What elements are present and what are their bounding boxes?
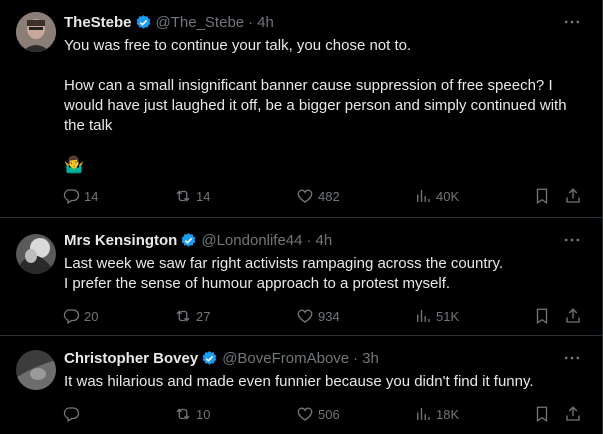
separator: · <box>248 13 254 31</box>
share-icon <box>566 308 580 323</box>
views-button[interactable]: 18K <box>414 398 459 430</box>
handle[interactable]: @BoveFromAbove <box>222 350 349 367</box>
verified-badge-icon <box>181 232 196 247</box>
repost-button[interactable]: 10 <box>174 398 210 430</box>
share-button[interactable] <box>557 398 589 430</box>
share-button[interactable] <box>557 180 589 212</box>
timestamp[interactable]: 4h <box>315 232 332 249</box>
tweet-line: Last week we saw far right activists ram… <box>64 255 504 272</box>
repost-button[interactable]: 27 <box>174 300 210 332</box>
tweet-emoji: 🤷‍♂️ <box>64 157 84 174</box>
tweet-header: TheStebe @The_Stebe · 4h <box>64 12 274 32</box>
reply-button[interactable]: 14 <box>62 180 98 212</box>
view-count: 40K <box>436 188 460 204</box>
reply-icon <box>63 189 80 204</box>
like-count: 506 <box>318 406 340 422</box>
tweet-line: I prefer the sense of humour approach to… <box>64 275 451 292</box>
timeline-feed: TheStebe @The_Stebe · 4h You was free to… <box>0 0 603 434</box>
tweet-line: How can a small insignificant banner cau… <box>64 77 567 134</box>
separator: · <box>353 349 359 367</box>
share-button[interactable] <box>557 300 589 332</box>
action-bar: 10 506 18K <box>56 398 588 430</box>
handle[interactable]: @Londonlife44 <box>201 232 302 249</box>
like-icon <box>297 189 313 203</box>
tweet-text: Last week we saw far right activists ram… <box>64 254 578 294</box>
more-icon[interactable] <box>562 230 582 250</box>
repost-button[interactable]: 14 <box>174 180 210 212</box>
bookmark-icon <box>536 406 548 423</box>
timestamp[interactable]: 4h <box>257 14 274 31</box>
repost-count: 27 <box>196 308 211 324</box>
repost-icon <box>176 190 190 202</box>
tweet-header: Christopher Bovey @BoveFromAbove · 3h <box>64 348 379 368</box>
display-name[interactable]: Mrs Kensington <box>64 232 177 249</box>
repost-count: 14 <box>196 188 211 204</box>
tweet[interactable]: Mrs Kensington @Londonlife44 · 4h Last w… <box>0 218 602 336</box>
bookmark-icon <box>536 188 548 205</box>
view-count: 18K <box>436 406 460 422</box>
verified-badge-icon <box>202 350 217 365</box>
bookmark-button[interactable] <box>526 398 558 430</box>
repost-icon <box>176 408 190 420</box>
action-bar: 14 14 482 40K <box>56 180 588 212</box>
reply-icon <box>63 407 80 422</box>
bookmark-button[interactable] <box>526 300 558 332</box>
timestamp[interactable]: 3h <box>362 350 379 367</box>
bookmark-button[interactable] <box>526 180 558 212</box>
avatar[interactable] <box>16 234 56 274</box>
reply-count: 14 <box>84 188 99 204</box>
action-bar: 20 27 934 51K <box>56 300 588 332</box>
like-icon <box>297 309 313 323</box>
like-icon <box>297 407 313 421</box>
views-button[interactable]: 40K <box>414 180 459 212</box>
tweet-line: It was hilarious and made even funnier b… <box>64 373 534 390</box>
display-name[interactable]: Christopher Bovey <box>64 350 198 367</box>
reply-count: 20 <box>84 308 99 324</box>
share-icon <box>566 188 580 203</box>
tweet[interactable]: TheStebe @The_Stebe · 4h You was free to… <box>0 0 602 218</box>
reply-button[interactable] <box>62 398 84 430</box>
repost-icon <box>176 310 190 322</box>
verified-badge-icon <box>136 14 150 29</box>
share-icon <box>566 406 580 421</box>
display-name[interactable]: TheStebe <box>64 14 132 31</box>
views-button[interactable]: 51K <box>414 300 459 332</box>
avatar[interactable] <box>16 350 56 390</box>
views-icon <box>417 190 430 202</box>
views-icon <box>417 408 430 420</box>
more-icon[interactable] <box>562 348 582 368</box>
like-count: 482 <box>318 188 340 204</box>
bookmark-icon <box>536 308 548 325</box>
repost-count: 10 <box>196 406 211 422</box>
tweet-header: Mrs Kensington @Londonlife44 · 4h <box>64 230 332 250</box>
tweet-text: You was free to continue your talk, you … <box>64 36 578 176</box>
view-count: 51K <box>436 308 460 324</box>
tweet-line: You was free to continue your talk, you … <box>64 37 412 54</box>
reply-button[interactable]: 20 <box>62 300 98 332</box>
like-button[interactable]: 934 <box>296 300 340 332</box>
separator: · <box>306 231 312 249</box>
handle[interactable]: @The_Stebe <box>156 14 245 31</box>
like-button[interactable]: 482 <box>296 180 340 212</box>
like-count: 934 <box>318 308 340 324</box>
tweet[interactable]: Christopher Bovey @BoveFromAbove · 3h It… <box>0 336 602 434</box>
avatar[interactable] <box>16 12 56 52</box>
views-icon <box>417 310 430 322</box>
more-icon[interactable] <box>562 12 582 32</box>
reply-icon <box>63 309 80 324</box>
like-button[interactable]: 506 <box>296 398 340 430</box>
tweet-text: It was hilarious and made even funnier b… <box>64 372 578 392</box>
